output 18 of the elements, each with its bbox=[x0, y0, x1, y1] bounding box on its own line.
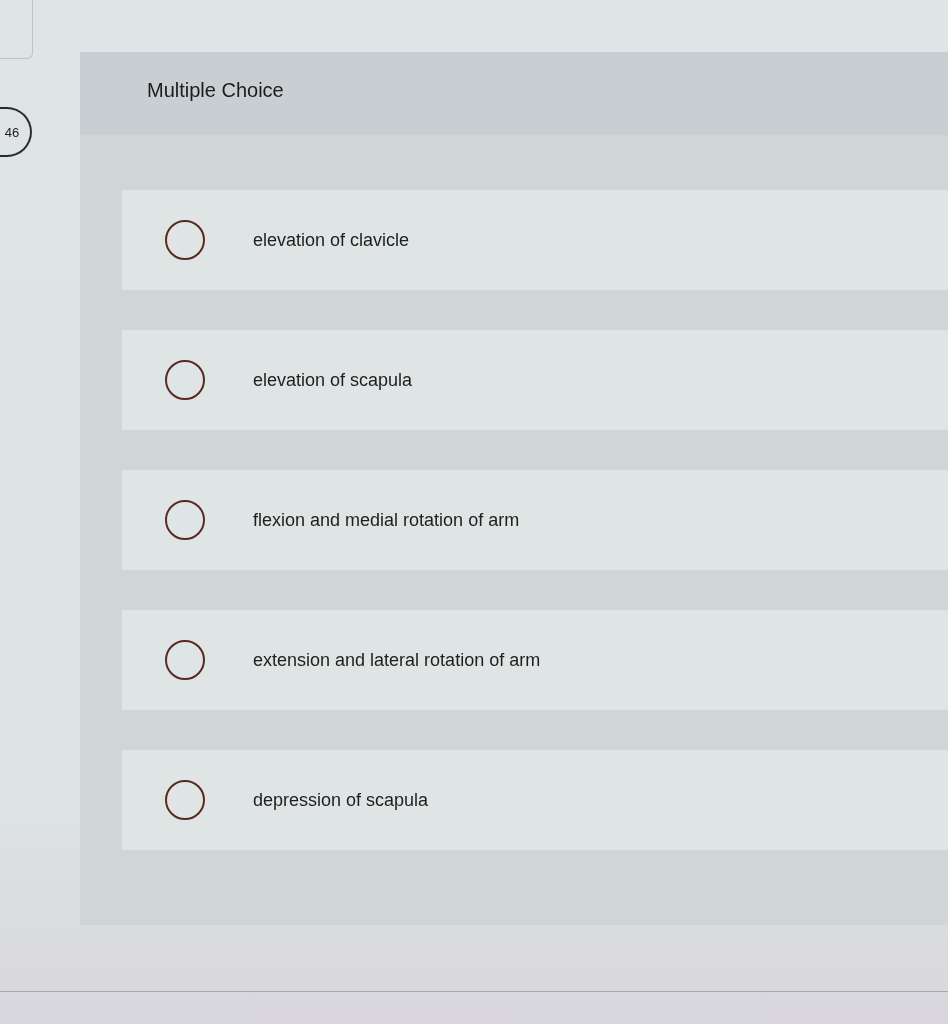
question-number: 46 bbox=[0, 107, 32, 157]
option-label: elevation of clavicle bbox=[253, 229, 410, 251]
question-type-label: Multiple Choice bbox=[147, 79, 284, 103]
card-edge bbox=[0, 0, 33, 59]
answer-option[interactable]: elevation of scapula bbox=[122, 330, 948, 430]
radio-button[interactable] bbox=[165, 780, 205, 820]
radio-button[interactable] bbox=[165, 360, 205, 400]
radio-button[interactable] bbox=[165, 220, 205, 260]
answer-option[interactable]: flexion and medial rotation of arm bbox=[122, 470, 948, 570]
radio-button[interactable] bbox=[165, 500, 205, 540]
radio-button[interactable] bbox=[165, 640, 205, 680]
option-label: flexion and medial rotation of arm bbox=[253, 509, 520, 531]
answer-option[interactable]: elevation of clavicle bbox=[122, 190, 948, 290]
option-label: elevation of scapula bbox=[253, 369, 413, 391]
answer-option[interactable]: extension and lateral rotation of arm bbox=[122, 610, 948, 710]
option-label: depression of scapula bbox=[253, 789, 429, 811]
answer-option[interactable]: depression of scapula bbox=[122, 750, 948, 850]
option-label: extension and lateral rotation of arm bbox=[253, 649, 541, 671]
